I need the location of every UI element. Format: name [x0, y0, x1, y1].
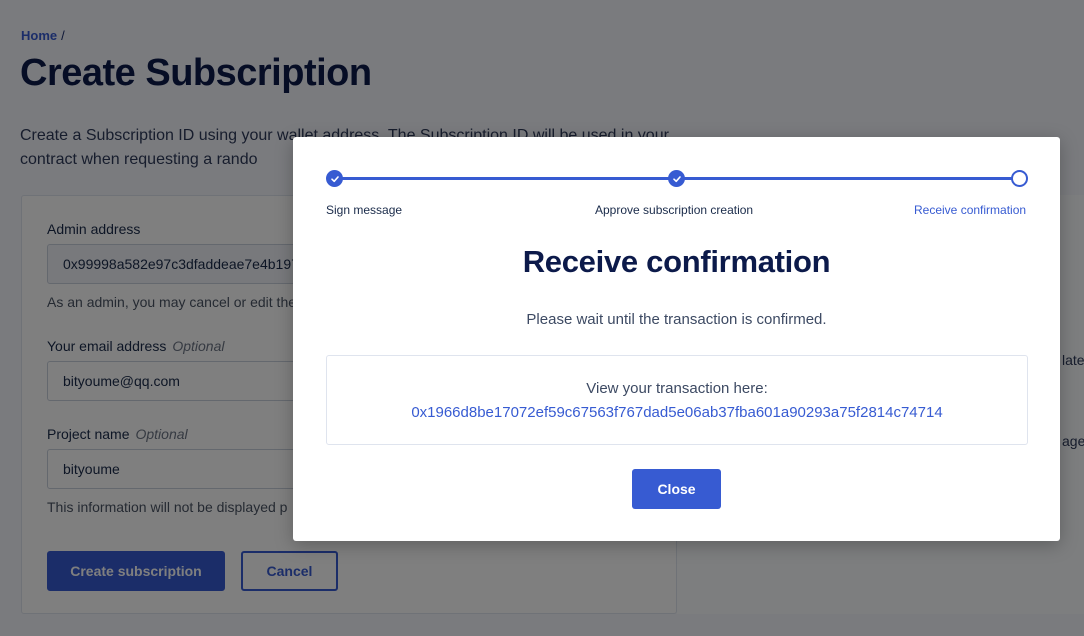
step-1-check-icon: [326, 170, 343, 187]
modal-subtitle: Please wait until the transaction is con…: [526, 311, 827, 328]
modal-title: Receive confirmation: [522, 244, 831, 279]
step-3-pending-circle-icon: [1011, 170, 1028, 187]
step-label-approve: Approve subscription creation: [595, 203, 754, 217]
step-label-sign-message: Sign message: [326, 203, 403, 217]
close-button[interactable]: Close: [632, 469, 721, 509]
transaction-label: View your transaction here:: [586, 380, 768, 397]
step-2-check-icon: [668, 170, 685, 187]
step-label-receive-confirmation: Receive confirmation: [914, 203, 1027, 217]
transaction-hash-link[interactable]: 0x1966d8be17072ef59c67563f767dad5e06ab37…: [327, 404, 1027, 421]
confirmation-modal: Sign message Approve subscription creati…: [293, 137, 1060, 541]
transaction-box: View your transaction here: 0x1966d8be17…: [326, 355, 1028, 445]
